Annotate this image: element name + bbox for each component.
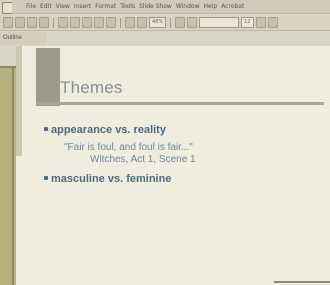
bullet-appearance-vs-reality[interactable]: appearance vs. reality bbox=[44, 124, 166, 136]
slide-title[interactable]: Themes bbox=[60, 78, 123, 98]
toolbar-separator bbox=[53, 17, 54, 28]
save-icon[interactable] bbox=[27, 17, 37, 28]
slide-canvas[interactable]: Themes appearance vs. reality "Fair is f… bbox=[16, 46, 330, 285]
menu-acrobat[interactable]: Acrobat bbox=[221, 3, 244, 10]
quote-attribution[interactable]: Witches, Act 1, Scene 1 bbox=[90, 154, 196, 165]
new-icon[interactable] bbox=[3, 17, 13, 28]
decrease-font-icon[interactable] bbox=[267, 17, 278, 28]
increase-font-icon[interactable] bbox=[255, 17, 266, 28]
print-icon[interactable] bbox=[39, 17, 49, 28]
presentation-app-window: File Edit View Insert Format Tools Slide… bbox=[0, 0, 330, 285]
italic-icon[interactable] bbox=[187, 17, 198, 28]
copy-icon[interactable] bbox=[70, 17, 80, 28]
menu-slide-show[interactable]: Slide Show bbox=[139, 3, 172, 10]
title-underline bbox=[36, 102, 324, 105]
menu-edit[interactable]: Edit bbox=[40, 3, 52, 10]
cut-icon[interactable] bbox=[58, 17, 68, 28]
quote-line-1[interactable]: "Fair is foul, and foul is fair..." bbox=[64, 142, 193, 153]
open-icon[interactable] bbox=[15, 17, 25, 28]
overlay-panel-edge bbox=[12, 66, 14, 285]
title-accent-bar bbox=[36, 48, 60, 106]
menu-insert[interactable]: Insert bbox=[74, 3, 91, 10]
undo-icon[interactable] bbox=[94, 17, 104, 28]
toolbar-separator bbox=[120, 17, 121, 28]
insert-chart-icon[interactable] bbox=[137, 17, 147, 28]
zoom-select[interactable]: 48% bbox=[149, 17, 167, 28]
paste-icon[interactable] bbox=[82, 17, 92, 28]
menu-bar: File Edit View Insert Format Tools Slide… bbox=[12, 0, 330, 14]
bullet-masculine-vs-feminine[interactable]: masculine vs. feminine bbox=[44, 173, 171, 185]
redo-icon[interactable] bbox=[106, 17, 116, 28]
bullet-text: masculine vs. feminine bbox=[51, 173, 172, 185]
bullet-text: appearance vs. reality bbox=[51, 124, 166, 136]
font-size-select[interactable]: 12 bbox=[241, 17, 254, 28]
outline-view-tab[interactable]: Outline bbox=[0, 32, 47, 45]
menu-help[interactable]: Help bbox=[204, 3, 218, 10]
insert-table-icon[interactable] bbox=[125, 17, 135, 28]
formatting-toolbar: 48% 12 bbox=[0, 15, 330, 31]
bullet-icon bbox=[44, 176, 48, 181]
menu-format[interactable]: Format bbox=[95, 3, 116, 10]
menu-file[interactable]: File bbox=[26, 3, 36, 10]
toolbar-separator bbox=[170, 17, 172, 28]
menu-tools[interactable]: Tools bbox=[120, 3, 135, 10]
footer-line bbox=[274, 281, 330, 283]
bold-icon[interactable] bbox=[175, 17, 186, 28]
font-name-select[interactable] bbox=[199, 17, 240, 28]
bullet-icon bbox=[44, 127, 48, 132]
slide-left-bar bbox=[16, 46, 22, 156]
menu-window[interactable]: Window bbox=[176, 3, 200, 10]
menu-view[interactable]: View bbox=[56, 3, 70, 10]
